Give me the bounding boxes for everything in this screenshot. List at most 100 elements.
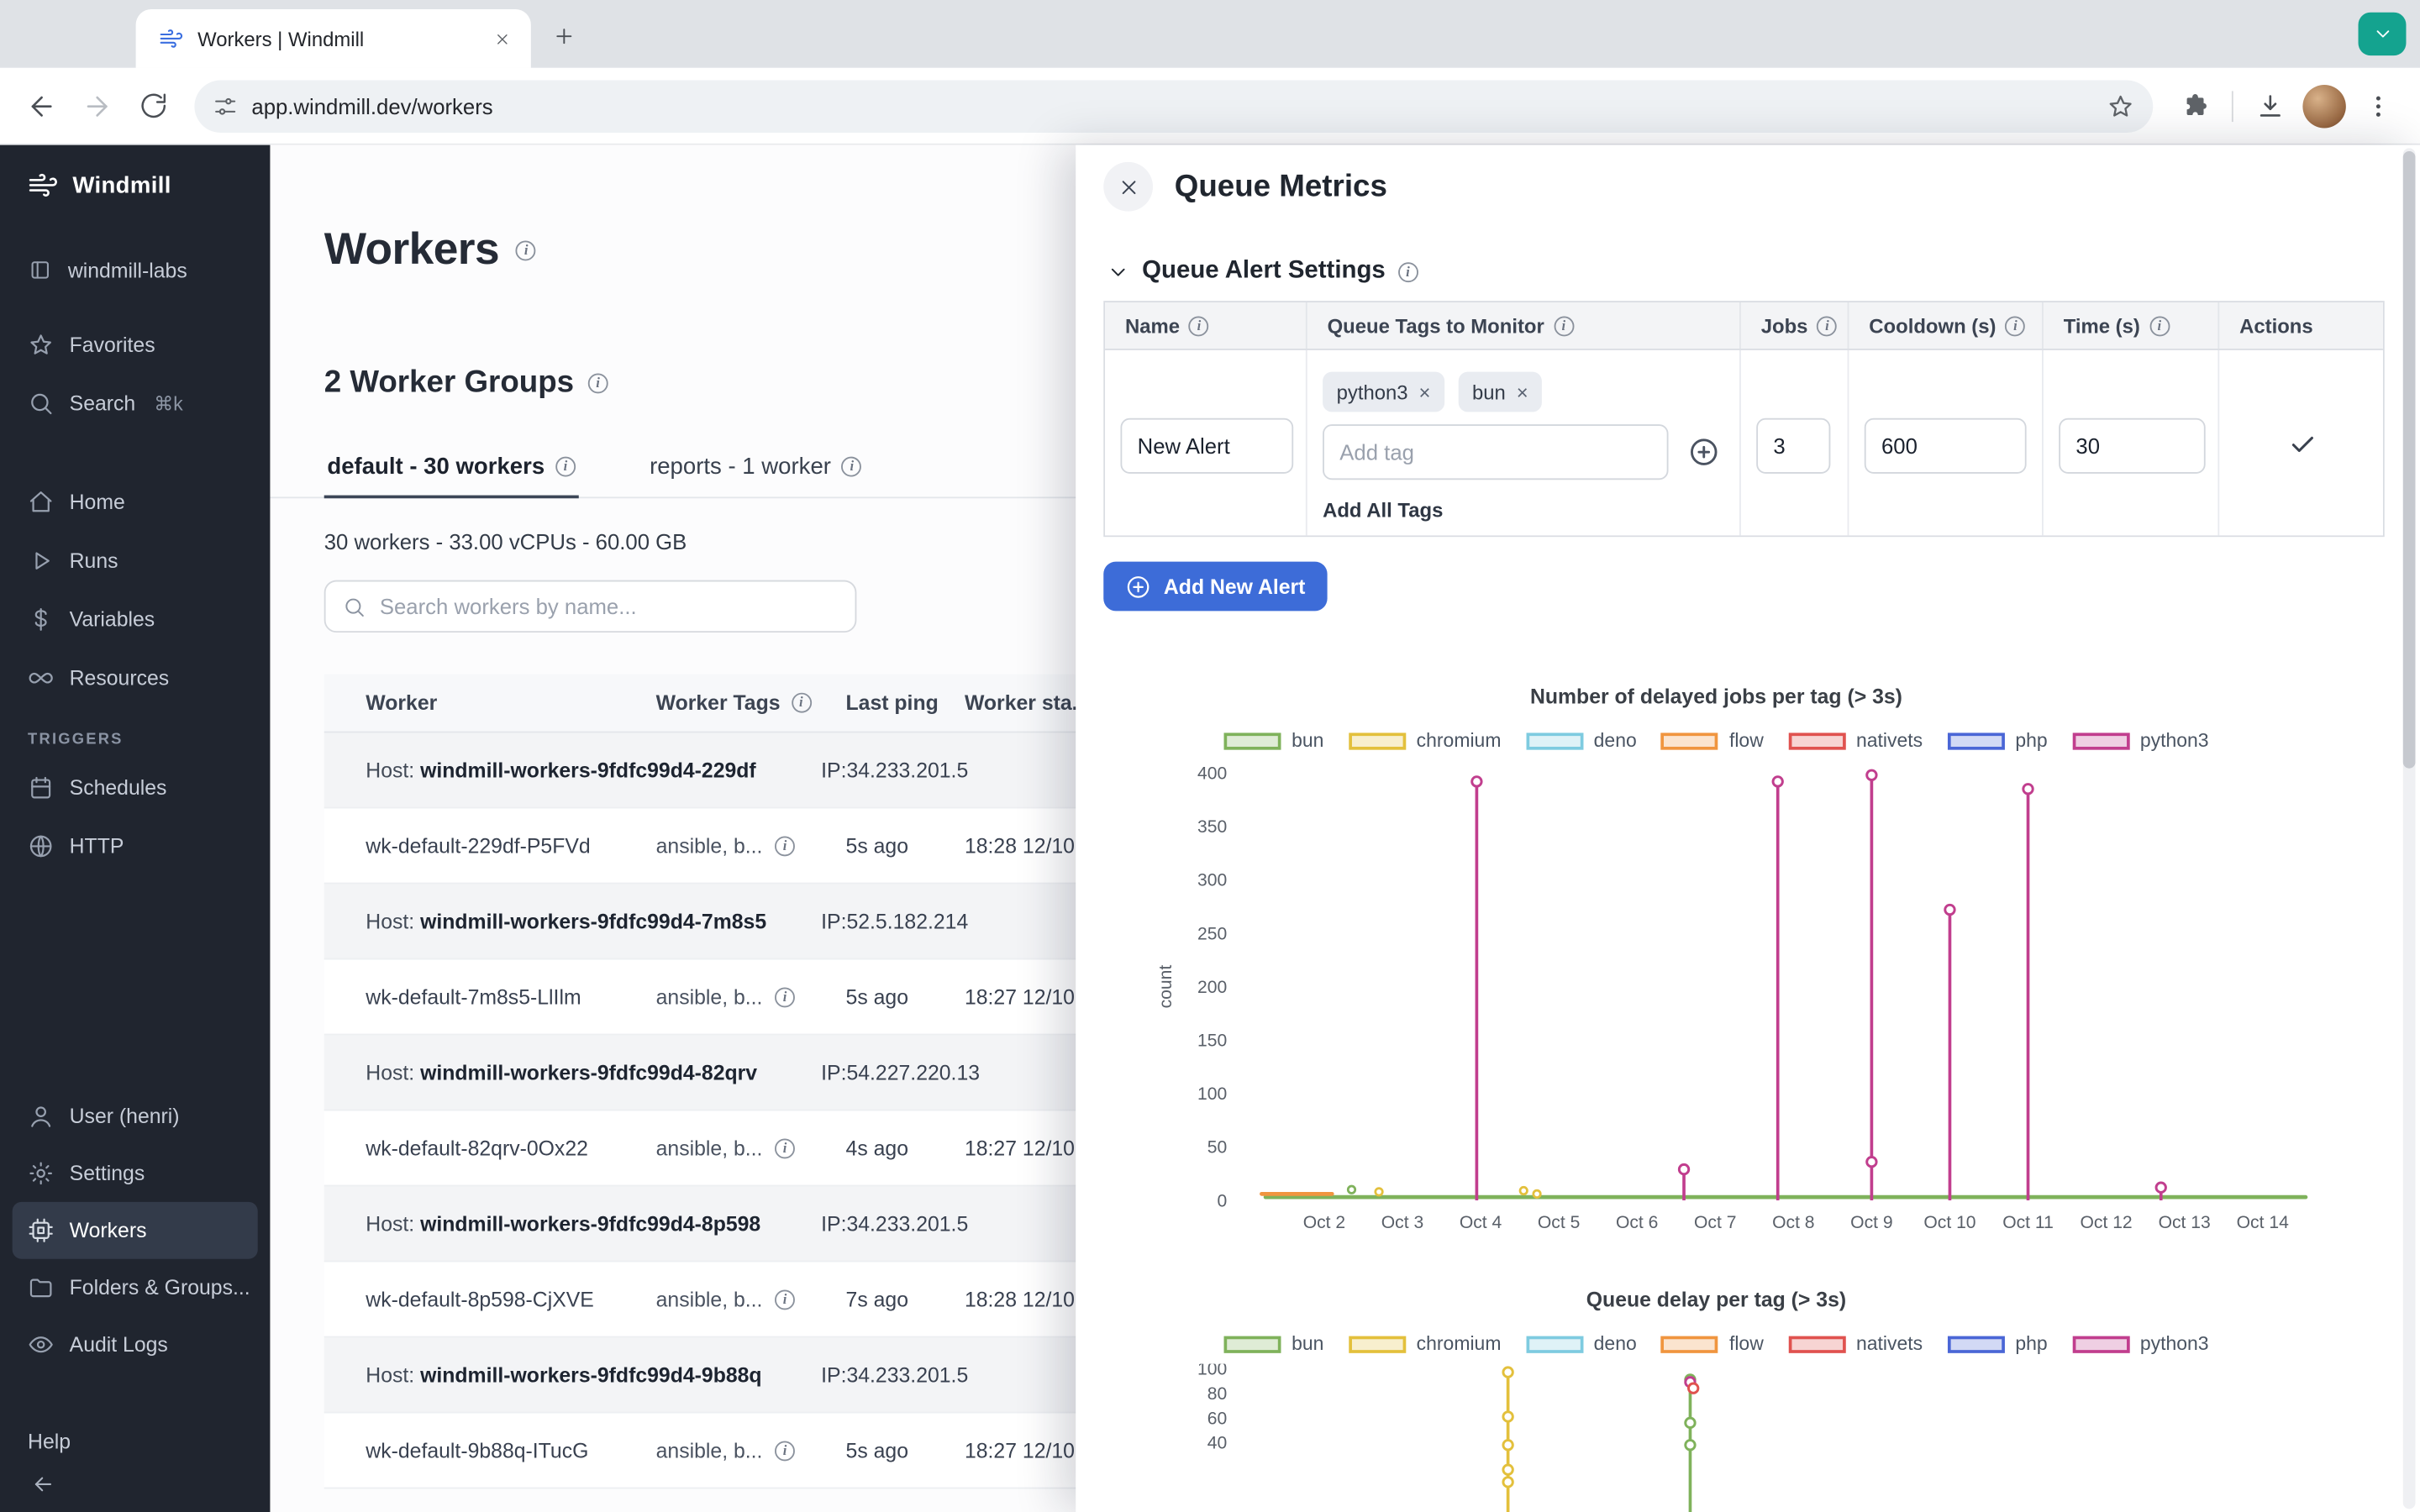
info-icon[interactable] — [775, 1138, 795, 1158]
legend-nativets[interactable]: nativets — [1788, 1333, 1923, 1355]
legend-bun[interactable]: bun — [1223, 730, 1323, 752]
cooldown-input[interactable] — [1865, 418, 2027, 474]
jobs-input[interactable] — [1756, 418, 1830, 474]
legend-deno[interactable]: deno — [1526, 1333, 1637, 1355]
sidebar-item-favorites[interactable]: Favorites — [0, 315, 270, 374]
gear-icon — [28, 1160, 54, 1186]
info-icon[interactable] — [1554, 316, 1574, 336]
legend-flow[interactable]: flow — [1661, 730, 1764, 752]
alert-col-jobs: Jobs — [1739, 302, 1848, 349]
collapse-sidebar-button[interactable] — [0, 1466, 270, 1512]
sidebar-item-schedules[interactable]: Schedules — [0, 758, 270, 816]
tag-chip-python3[interactable]: python3× — [1323, 372, 1444, 412]
tab-default-group[interactable]: default - 30 workers — [324, 441, 579, 498]
legend-flow[interactable]: flow — [1661, 1333, 1764, 1355]
bookmark-star-icon[interactable] — [2107, 92, 2134, 119]
site-settings-icon[interactable] — [213, 93, 237, 118]
downloads-button[interactable] — [2244, 80, 2296, 132]
legend-php[interactable]: php — [1948, 730, 2048, 752]
legend-nativets[interactable]: nativets — [1788, 730, 1923, 752]
worker-groups-heading: 2 Worker Groups — [324, 365, 574, 401]
chart-legend: bun chromium deno flow nativets php python3 — [1076, 730, 2356, 752]
sidebar-item-settings[interactable]: Settings — [0, 1145, 270, 1202]
info-icon[interactable] — [588, 373, 608, 393]
legend-swatch — [1948, 1336, 2005, 1352]
worker-search-input[interactable] — [380, 594, 839, 618]
alert-col-time: Time (s) — [2042, 302, 2217, 349]
tag-chip-bun[interactable]: bun× — [1458, 372, 1542, 412]
info-icon[interactable] — [1397, 261, 1418, 281]
info-icon[interactable] — [516, 241, 536, 261]
windmill-brand[interactable]: Windmill — [0, 145, 270, 201]
sidebar-item-help[interactable]: Help — [0, 1416, 270, 1466]
new-tab-button[interactable] — [544, 15, 584, 55]
info-icon[interactable] — [1189, 316, 1209, 336]
drawer-scrollbar[interactable] — [2403, 148, 2416, 1509]
queue-alert-settings-toggle[interactable]: Queue Alert Settings — [1107, 258, 2420, 286]
legend-bun[interactable]: bun — [1223, 1333, 1323, 1355]
browser-tab[interactable]: Workers | Windmill — [136, 9, 531, 68]
info-icon[interactable] — [791, 693, 811, 713]
close-drawer-button[interactable] — [1103, 162, 1153, 212]
workspace-selector[interactable]: windmill-labs — [0, 241, 270, 300]
extensions-icon[interactable] — [2169, 80, 2221, 132]
legend-chromium[interactable]: chromium — [1349, 1333, 1502, 1355]
sidebar-item-variables[interactable]: Variables — [0, 590, 270, 648]
forward-button[interactable] — [71, 80, 123, 132]
delayed-jobs-chart: 050100150200250300350400Oct 2Oct 3Oct 4O… — [1076, 761, 2356, 1242]
info-icon[interactable] — [2149, 316, 2170, 336]
legend-chromium[interactable]: chromium — [1349, 730, 1502, 752]
profile-button[interactable] — [2300, 80, 2349, 132]
sidebar-item-user[interactable]: User (henri) — [0, 1088, 270, 1145]
legend-swatch — [1788, 732, 1845, 749]
remove-tag-icon[interactable]: × — [1418, 381, 1430, 404]
sidebar-item-home[interactable]: Home — [0, 472, 270, 531]
tab-reports-group[interactable]: reports - 1 worker — [646, 441, 865, 498]
windmill-favicon — [159, 26, 183, 50]
confirm-check-icon[interactable] — [2289, 430, 2317, 458]
info-icon[interactable] — [842, 457, 862, 477]
sidebar-item-audit-logs[interactable]: Audit Logs — [0, 1316, 270, 1373]
sidebar-item-resources[interactable]: Resources — [0, 648, 270, 706]
sidebar-item-workers[interactable]: Workers — [13, 1202, 258, 1259]
time-input[interactable] — [2059, 418, 2205, 474]
queue-delay-chart: 100806040 — [1076, 1364, 2356, 1512]
address-bar[interactable]: app.windmill.dev/workers — [194, 80, 2153, 132]
svg-text:Oct 6: Oct 6 — [1616, 1213, 1658, 1232]
alert-name-input[interactable] — [1120, 418, 1293, 474]
close-tab-icon[interactable] — [487, 24, 515, 52]
legend-python3[interactable]: python3 — [2072, 730, 2209, 752]
alert-settings-table: Name Queue Tags to Monitor Jobs Cooldown… — [1103, 301, 2384, 537]
add-tag-input[interactable] — [1323, 424, 1669, 480]
info-icon[interactable] — [775, 1289, 795, 1310]
sidebar-item-http[interactable]: HTTP — [0, 816, 270, 875]
browser-menu-button[interactable] — [2352, 80, 2404, 132]
back-button[interactable] — [15, 80, 67, 132]
add-tag-button[interactable] — [1685, 431, 1724, 473]
legend-deno[interactable]: deno — [1526, 730, 1637, 752]
add-new-alert-button[interactable]: Add New Alert — [1103, 562, 1327, 612]
info-icon[interactable] — [775, 1441, 795, 1461]
info-icon[interactable] — [775, 836, 795, 856]
sidebar-item-folders-groups[interactable]: Folders & Groups... — [0, 1259, 270, 1316]
sidebar-item-search[interactable]: Search ⌘k — [0, 373, 270, 432]
svg-text:Oct 4: Oct 4 — [1460, 1213, 1502, 1232]
reload-button[interactable] — [127, 80, 179, 132]
info-icon[interactable] — [2006, 316, 2026, 336]
worker-search[interactable] — [324, 580, 857, 633]
legend-swatch — [2072, 732, 2129, 749]
remove-tag-icon[interactable]: × — [1517, 381, 1528, 404]
svg-text:40: 40 — [1207, 1434, 1227, 1453]
tab-search-chevron-button[interactable] — [2359, 13, 2407, 55]
eye-icon — [28, 1331, 54, 1357]
info-icon[interactable] — [775, 987, 795, 1007]
worker-name: wk-default-9b88q-ITucG — [366, 1439, 655, 1462]
legend-php[interactable]: php — [1948, 1333, 2048, 1355]
add-all-tags-button[interactable]: Add All Tags — [1323, 498, 1724, 522]
legend-swatch — [1526, 1336, 1583, 1352]
sidebar-item-runs[interactable]: Runs — [0, 531, 270, 590]
info-icon[interactable] — [555, 457, 576, 477]
legend-python3[interactable]: python3 — [2072, 1333, 2209, 1355]
host-name: Host: windmill-workers-9fdfc99d4-229df — [366, 759, 821, 782]
info-icon[interactable] — [1817, 316, 1837, 336]
